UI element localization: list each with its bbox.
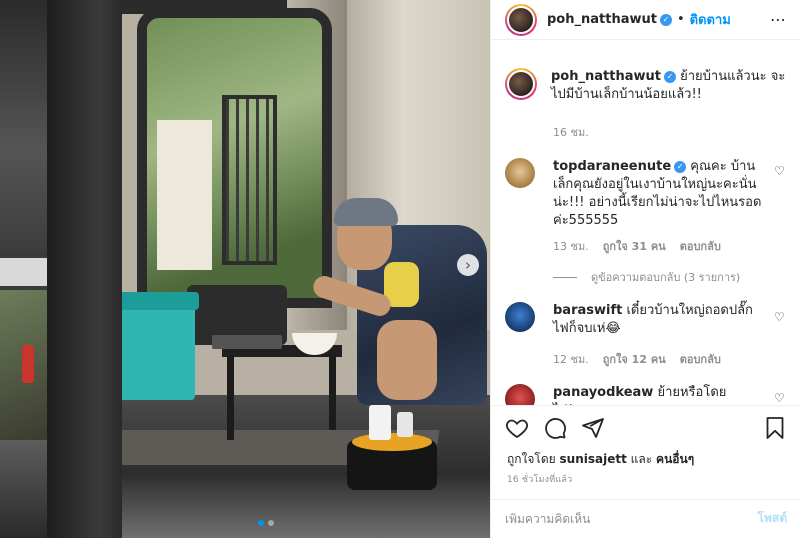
- verified-badge-icon: ✓: [674, 161, 687, 173]
- carousel-next-button[interactable]: ›: [457, 254, 479, 276]
- caption-timestamp: 16 ชม.: [553, 126, 589, 139]
- author-avatar[interactable]: [505, 3, 537, 36]
- save-bookmark-icon[interactable]: [763, 416, 787, 440]
- instagram-post-modal: › poh_natthawut ✓ • ติดตาม ⋯ poh_natthawu…: [0, 0, 800, 538]
- post-comment-button[interactable]: โพสต์: [758, 509, 787, 528]
- likes-summary: ถูกใจโดย sunisajett และ คนอื่นๆ: [507, 450, 694, 469]
- caption-avatar[interactable]: [505, 68, 537, 100]
- commenter-username[interactable]: topdaraneenute: [553, 159, 671, 174]
- comment-time: 12 ชม.: [553, 353, 589, 366]
- carousel-dot-active: [258, 520, 264, 526]
- previous-post-preview[interactable]: [0, 0, 47, 538]
- caption-username[interactable]: poh_natthawut: [551, 69, 661, 84]
- liked-by-user[interactable]: sunisajett: [560, 452, 627, 466]
- view-replies-button[interactable]: ดูข้อความตอบกลับ (3 รายการ): [553, 268, 740, 286]
- commenter-username[interactable]: panayodkeaw: [553, 385, 653, 400]
- like-heart-icon[interactable]: [505, 416, 529, 440]
- liked-by-others[interactable]: คนอื่นๆ: [656, 452, 694, 466]
- reply-button[interactable]: ตอบกลับ: [680, 237, 721, 255]
- reply-button[interactable]: ตอบกลับ: [680, 350, 721, 368]
- comment-likes[interactable]: ถูกใจ 31 คน: [603, 237, 666, 255]
- verified-badge-icon: ✓: [663, 71, 676, 83]
- comment-text: topdaraneenute ✓ คุณคะ บ้านเล็กคุณยังอยู่…: [553, 158, 763, 230]
- follow-button[interactable]: ติดตาม: [690, 9, 731, 30]
- like-comment-heart-icon[interactable]: ♡: [774, 165, 786, 177]
- comment-meta: 12 ชม. ถูกใจ 12 คน ตอบกลับ: [553, 350, 721, 368]
- view-replies-label: ดูข้อความตอบกลับ (3 รายการ): [591, 271, 741, 284]
- commenter-avatar[interactable]: [505, 302, 535, 332]
- like-comment-heart-icon[interactable]: ♡: [774, 392, 786, 404]
- author-username[interactable]: poh_natthawut ✓: [547, 12, 672, 27]
- more-options-icon[interactable]: ⋯: [770, 10, 787, 29]
- likes-conj: และ: [630, 452, 653, 466]
- add-comment-form: โพสต์: [491, 499, 800, 537]
- carousel-dot: [268, 520, 274, 526]
- comment-input[interactable]: [505, 511, 758, 526]
- like-comment-heart-icon[interactable]: ♡: [774, 311, 786, 323]
- separator-dot: •: [676, 12, 685, 27]
- likes-prefix: ถูกใจโดย: [507, 452, 556, 466]
- post-caption: poh_natthawut ✓ ย้ายบ้านแล้วนะ จะไปมีบ้าน…: [505, 68, 795, 104]
- carousel-indicator: [258, 520, 274, 526]
- action-icons: [505, 416, 605, 440]
- post-time-ago: 16 ชั่วโมงที่แล้ว: [507, 475, 573, 485]
- comment-item: baraswift เดี๋ยวบ้านใหญ่ถอดปลั๊กไฟก็จบเห…: [505, 302, 795, 338]
- comment-text: baraswift เดี๋ยวบ้านใหญ่ถอดปลั๊กไฟก็จบเห…: [553, 302, 763, 338]
- comment-time: 13 ชม.: [553, 240, 589, 253]
- commenter-avatar[interactable]: [505, 158, 535, 188]
- comment-likes[interactable]: ถูกใจ 12 คน: [603, 350, 666, 368]
- post-actions: ถูกใจโดย sunisajett และ คนอื่นๆ 16 ชั่วโ…: [491, 405, 800, 535]
- comment-bubble-icon[interactable]: [543, 416, 567, 440]
- share-paper-plane-icon[interactable]: [581, 416, 605, 440]
- post-details-panel: poh_natthawut ✓ • ติดตาม ⋯ poh_natthawut ✓…: [490, 0, 800, 538]
- post-header: poh_natthawut ✓ • ติดตาม ⋯: [491, 0, 800, 40]
- verified-badge-icon: ✓: [659, 14, 672, 26]
- replies-divider: [553, 276, 577, 278]
- comment-meta: 13 ชม. ถูกใจ 31 คน ตอบกลับ: [553, 237, 721, 255]
- chevron-right-icon: ›: [465, 256, 471, 274]
- commenter-username[interactable]: baraswift: [553, 303, 622, 318]
- caption-text: poh_natthawut ✓ ย้ายบ้านแล้วนะ จะไปมีบ้าน…: [551, 68, 791, 104]
- comment-item: topdaraneenute ✓ คุณคะ บ้านเล็กคุณยังอยู่…: [505, 158, 795, 230]
- post-photo[interactable]: ›: [47, 0, 490, 538]
